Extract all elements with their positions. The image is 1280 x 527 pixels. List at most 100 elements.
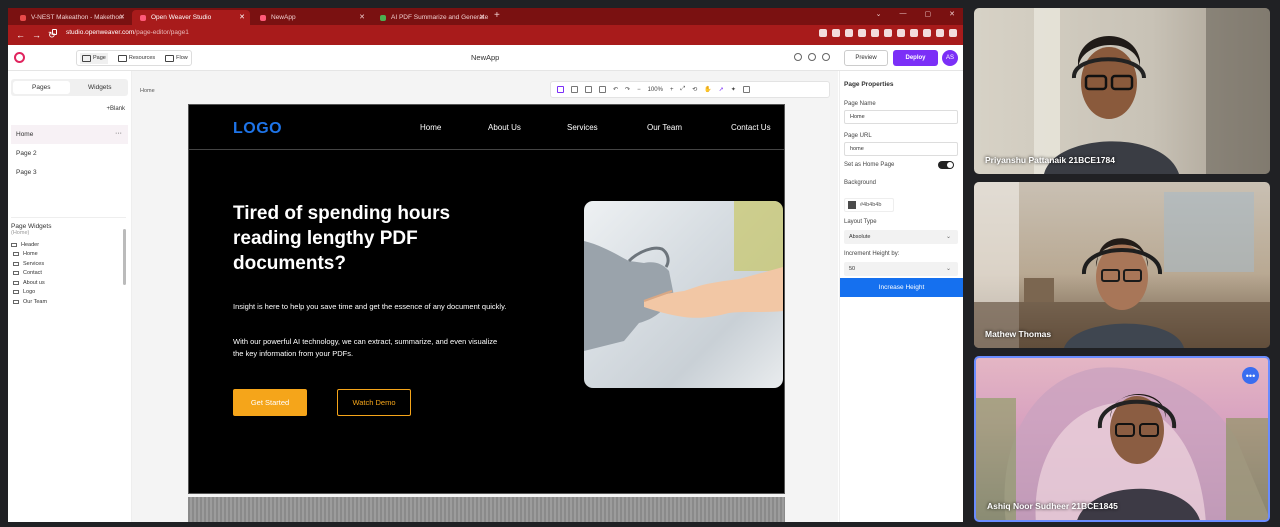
restore-icon[interactable]: ▢ [925, 10, 932, 18]
history-icon[interactable] [822, 53, 830, 61]
back-icon[interactable]: ← [16, 30, 25, 40]
help-icon[interactable] [794, 53, 802, 61]
deploy-button[interactable]: Deploy [893, 50, 938, 66]
widget-tree-item[interactable]: Home [11, 250, 51, 260]
share-icon[interactable] [819, 29, 827, 37]
participant-name: Mathew Thomas [985, 329, 1052, 339]
redo-icon[interactable]: ↷ [625, 86, 630, 93]
participant-tile-3[interactable]: ••• Ashiq Noor Sudheer 21BCE1845 [974, 356, 1270, 522]
extension-icon[interactable] [884, 29, 892, 37]
more-options-icon[interactable]: ••• [1242, 367, 1259, 384]
tab-ai-pdf[interactable]: AI PDF Summarize and Generate ✕ [372, 10, 490, 25]
home-page-toggle[interactable] [938, 161, 954, 169]
vnest-favicon-icon [20, 14, 26, 21]
layout-icon[interactable] [742, 86, 750, 93]
hero-headline[interactable]: Tired of spending hours reading lengthy … [233, 201, 503, 276]
tab-search-icon[interactable]: ⌄ [876, 10, 882, 18]
image-icon [13, 290, 19, 295]
background-color-picker[interactable]: #4b4b4b [844, 198, 894, 212]
page-item-home[interactable]: Home ··· [11, 125, 128, 144]
page-item-page3[interactable]: Page 3 [11, 163, 128, 182]
nav-contact-us[interactable]: Contact Us [731, 123, 771, 132]
widget-tree-item[interactable]: Contact [11, 269, 51, 279]
mode-page[interactable]: Page [80, 52, 108, 64]
zoom-in-icon[interactable]: + [670, 87, 674, 93]
user-avatar[interactable]: AS [942, 50, 958, 66]
zoom-level[interactable]: 100% [648, 87, 663, 93]
undo-icon[interactable]: ↶ [613, 86, 618, 93]
add-blank-page-button[interactable]: +Blank [106, 106, 125, 112]
scrollbar[interactable] [123, 229, 126, 285]
widget-tree-item[interactable]: Our Team [11, 297, 51, 307]
mobile-view-icon[interactable] [599, 86, 606, 93]
grab-icon[interactable]: ✋ [704, 86, 711, 93]
page-url-input[interactable]: home [844, 142, 958, 156]
fit-screen-icon[interactable]: ⤢ [680, 86, 685, 93]
site-logo[interactable]: LOGO [233, 120, 282, 138]
extension-icon[interactable] [845, 29, 853, 37]
widget-tree-item[interactable]: Header [11, 240, 51, 250]
tab-newapp[interactable]: NewApp ✕ [252, 10, 370, 25]
close-window-icon[interactable]: ✕ [949, 10, 955, 18]
magic-icon[interactable]: ✦ [731, 86, 736, 93]
preview-button[interactable]: Preview [844, 50, 888, 66]
forward-icon[interactable]: → [32, 30, 41, 40]
hero-paragraph-2[interactable]: With our powerful AI technology, we can … [233, 336, 508, 360]
close-icon[interactable]: ✕ [239, 13, 245, 21]
layout-type-select[interactable]: Absolute ⌄ [844, 230, 958, 244]
settings-icon[interactable] [808, 53, 816, 61]
widget-tree-item[interactable]: Logo [11, 288, 51, 298]
url-field[interactable]: studio.openweaver.com/page-editor/page1 [66, 29, 189, 36]
page-canvas[interactable]: LOGO Home About Us Services Our Team Con… [188, 104, 785, 494]
widget-tree-item[interactable]: About us [11, 278, 51, 288]
increase-height-button[interactable]: Increase Height [840, 278, 963, 297]
sidebar-icon[interactable] [923, 29, 931, 37]
new-tab-icon[interactable]: + [494, 10, 500, 21]
canvas-bottom-strip [188, 497, 785, 522]
select-cursor-icon[interactable]: ➚ [719, 86, 724, 93]
breadcrumb[interactable]: Home [140, 88, 155, 94]
canvas-area: Home ↶ ↷ − 100% + ⤢ ⟲ ✋ ➚ ✦ LOGO Home Ab… [132, 71, 848, 522]
puzzle-icon[interactable] [910, 29, 918, 37]
site-header[interactable]: LOGO Home About Us Services Our Team Con… [189, 105, 784, 150]
page-name-input[interactable]: Home [844, 110, 958, 124]
close-icon[interactable]: ✕ [359, 13, 365, 21]
participant-tile-1[interactable]: Priyanshu Pattanaik 21BCE1784 [974, 8, 1270, 174]
tab-openweaver[interactable]: Open Weaver Studio ✕ [132, 10, 250, 25]
extension-icon[interactable] [897, 29, 905, 37]
minimize-icon[interactable]: — [900, 10, 907, 18]
nav-our-team[interactable]: Our Team [647, 123, 682, 132]
tab-widgets[interactable]: Widgets [72, 79, 129, 96]
left-panel: Pages Widgets +Blank Home ··· Page 2 Page… [8, 71, 132, 522]
tab-pages[interactable]: Pages [13, 81, 70, 94]
mode-resources[interactable]: Resources [117, 54, 155, 62]
nav-services[interactable]: Services [567, 123, 598, 132]
tablet-view-icon[interactable] [585, 86, 592, 93]
more-options-icon[interactable]: ··· [115, 130, 122, 137]
mode-flow[interactable]: Flow [165, 54, 188, 62]
zoom-out-icon[interactable]: − [637, 87, 641, 93]
profile-icon[interactable] [936, 29, 944, 37]
widget-tree-item[interactable]: Services [11, 259, 51, 269]
kebab-menu-icon[interactable] [949, 29, 957, 37]
extension-icon[interactable] [858, 29, 866, 37]
link-icon [13, 299, 19, 304]
desktop-view-icon[interactable] [557, 86, 564, 93]
reset-icon[interactable]: ⟲ [692, 86, 697, 93]
watch-demo-button[interactable]: Watch Demo [337, 389, 411, 416]
bookmark-star-icon[interactable] [832, 29, 840, 37]
close-icon[interactable]: ✕ [479, 13, 485, 21]
hero-image[interactable] [584, 201, 783, 388]
close-icon[interactable]: ✕ [119, 13, 125, 21]
nav-about-us[interactable]: About Us [488, 123, 521, 132]
laptop-view-icon[interactable] [571, 86, 578, 93]
openweaver-logo-icon[interactable] [14, 52, 25, 63]
page-item-page2[interactable]: Page 2 [11, 144, 128, 163]
get-started-button[interactable]: Get Started [233, 389, 307, 416]
hero-paragraph-1[interactable]: Insight is here to help you save time an… [233, 301, 508, 313]
nav-home[interactable]: Home [420, 123, 441, 132]
extension-icon[interactable] [871, 29, 879, 37]
participant-tile-2[interactable]: Mathew Thomas [974, 182, 1270, 348]
increment-height-select[interactable]: 50 ⌄ [844, 262, 958, 276]
tab-vnest[interactable]: V-NEST Makeathon - Makethon ✕ [12, 10, 130, 25]
